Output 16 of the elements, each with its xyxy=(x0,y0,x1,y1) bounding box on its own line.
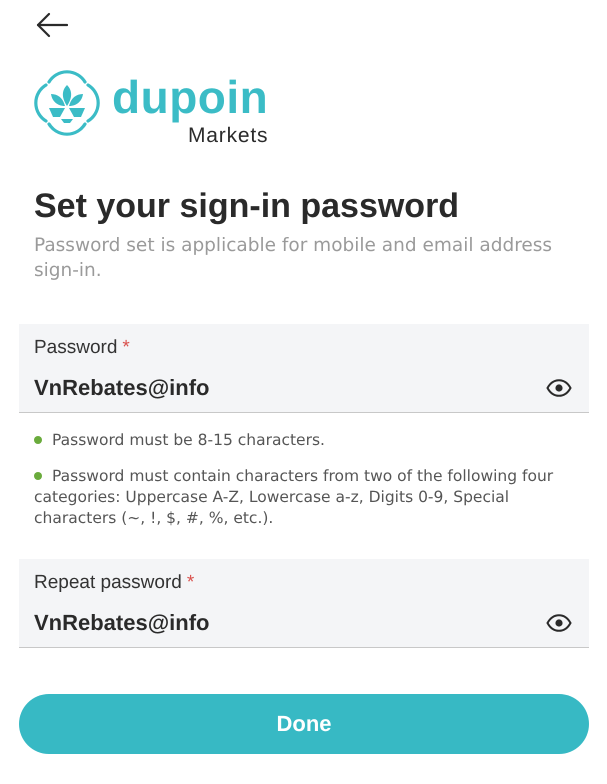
field-label: Password * xyxy=(34,336,130,360)
page-title: Set your sign-in password xyxy=(34,186,460,227)
logo-tagline: Markets xyxy=(188,124,268,148)
logo-wordmark: dupoin xyxy=(112,71,268,124)
rule-text: Password must contain characters from two of the following four categories: Uppercase A-Z, Lowercase a-z, Digits 0-9, Special characters (~, !, $, #, %, etc.). xyxy=(34,467,554,527)
field-label: Repeat password * xyxy=(34,571,194,595)
eye-icon[interactable] xyxy=(546,614,572,632)
field-value: VnRebates@info xyxy=(34,609,210,637)
rule-text: Password must be 8-15 characters. xyxy=(52,431,325,449)
lotus-logo-icon xyxy=(34,70,100,136)
back-arrow-icon[interactable] xyxy=(36,12,68,38)
password-field[interactable]: Repeat password * VnRebates@info xyxy=(19,559,589,648)
eye-icon[interactable] xyxy=(546,379,572,397)
password-field[interactable]: Password * VnRebates@info xyxy=(19,324,589,413)
page-subtitle: Password set is applicable for mobile and email address sign-in. xyxy=(34,234,554,283)
field-value: VnRebates@info xyxy=(34,374,210,402)
